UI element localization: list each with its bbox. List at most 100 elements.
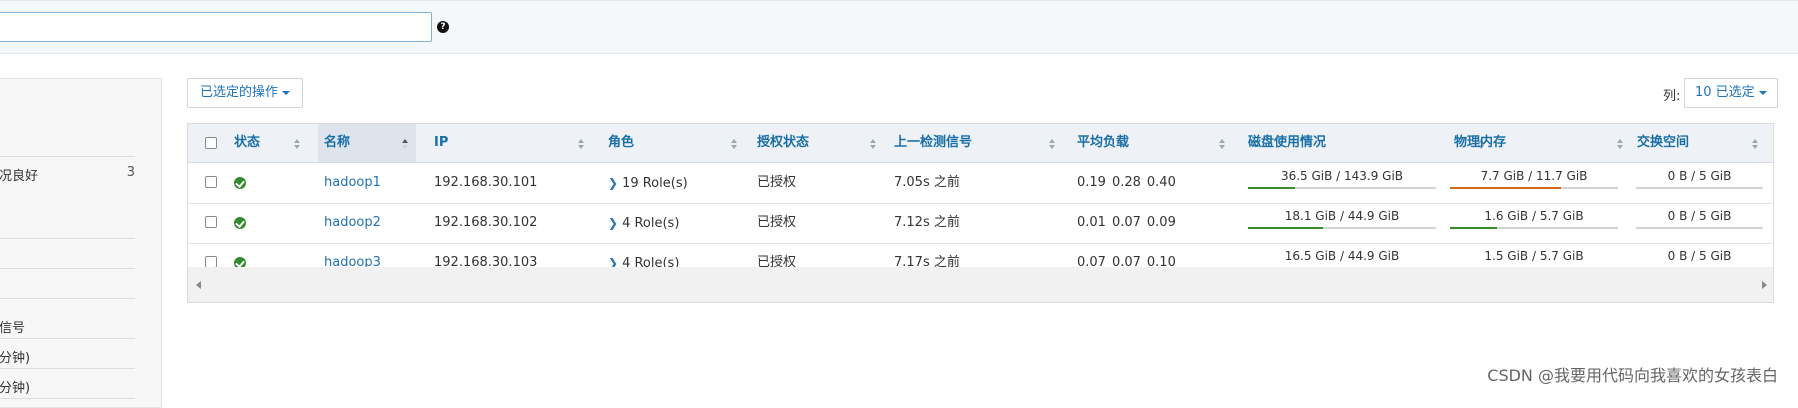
- memory-usage-bar: 1.6 GiB / 5.7 GiB: [1450, 203, 1618, 243]
- horizontal-scrollbar[interactable]: [188, 267, 1773, 302]
- filter-row[interactable]: [0, 269, 135, 299]
- scroll-right-icon[interactable]: [1762, 281, 1767, 289]
- col-status[interactable]: 状态: [228, 124, 308, 162]
- load-15: 0.40: [1146, 175, 1176, 190]
- host-roles-label: 4 Role(s): [622, 216, 680, 231]
- help-icon[interactable]: ?: [437, 21, 449, 33]
- sort-icon: [1049, 139, 1055, 149]
- load-1: 0.19: [1077, 175, 1106, 190]
- host-name-link[interactable]: hadoop1: [318, 163, 381, 203]
- col-load-label: 平均负载: [1077, 135, 1130, 150]
- caret-down-icon: [282, 90, 291, 95]
- columns-select-button[interactable]: 10 已选定: [1684, 78, 1778, 108]
- memory-usage-bar: 7.7 GiB / 11.7 GiB: [1450, 163, 1618, 203]
- bar-fill: [1248, 227, 1324, 229]
- sort-icon: [870, 139, 876, 149]
- filter-label: 分钟): [0, 351, 31, 366]
- memory-usage-text: 1.5 GiB / 5.7 GiB: [1484, 249, 1584, 263]
- host-roles[interactable]: ❯ 4 Role(s): [602, 203, 679, 243]
- selected-actions-button[interactable]: 已选定的操作: [187, 78, 304, 108]
- col-load[interactable]: 平均负载: [1071, 124, 1233, 162]
- swap-usage-text: 0 B / 5 GiB: [1667, 249, 1732, 263]
- row-checkbox[interactable]: [205, 176, 217, 188]
- filter-count: 3: [126, 165, 135, 180]
- col-memory[interactable]: 物理内存: [1448, 124, 1631, 162]
- host-roles[interactable]: ❯ 19 Role(s): [602, 163, 688, 203]
- bar-track: [1248, 187, 1436, 189]
- col-name-label: 名称: [324, 135, 351, 150]
- top-search-bar: ?: [0, 0, 1798, 54]
- search-input[interactable]: [0, 12, 432, 42]
- swap-usage-bar: 0 B / 5 GiB: [1636, 163, 1763, 203]
- table-header: 状态 名称 IP 角色 授权状态 上一检测信号 平均负载 磁盘使用情况 物理内存…: [188, 124, 1773, 163]
- row-checkbox[interactable]: [205, 216, 217, 228]
- sort-icon: [578, 139, 584, 149]
- col-auth[interactable]: 授权状态: [751, 124, 884, 162]
- bar-fill: [1248, 187, 1295, 189]
- col-swap[interactable]: 交换空间: [1631, 124, 1766, 162]
- bar-track: [1636, 187, 1763, 189]
- memory-usage-text: 1.6 GiB / 5.7 GiB: [1484, 209, 1584, 223]
- col-status-label: 状态: [234, 135, 261, 150]
- col-name[interactable]: 名称: [318, 124, 416, 162]
- disk-usage-bar: 36.5 GiB / 143.9 GiB: [1248, 163, 1436, 203]
- host-ip: 192.168.30.102: [434, 215, 538, 230]
- filter-panel: 况良好 3 信号 分钟) 分钟): [0, 78, 162, 408]
- col-auth-label: 授权状态: [757, 135, 810, 150]
- col-roles-label: 角色: [608, 135, 635, 150]
- host-roles-label: 19 Role(s): [622, 176, 688, 191]
- host-heartbeat: 7.05s 之前: [894, 175, 960, 190]
- selected-actions-label: 已选定的操作: [200, 85, 279, 100]
- filter-row[interactable]: 分钟): [0, 339, 135, 369]
- scroll-left-icon[interactable]: [196, 281, 201, 289]
- table-row[interactable]: hadoop2 192.168.30.102 ❯ 4 Role(s) 已授权 7.…: [188, 203, 1773, 244]
- host-load: 0.01 0.07 0.09: [1071, 203, 1182, 243]
- filter-label: 信号: [0, 321, 26, 336]
- filter-row[interactable]: 况良好 3: [0, 157, 135, 187]
- col-heartbeat[interactable]: 上一检测信号: [888, 124, 1063, 162]
- table-row[interactable]: hadoop1 192.168.30.101 ❯ 19 Role(s) 已授权 7…: [188, 163, 1773, 204]
- columns-label: 列:: [1663, 89, 1681, 104]
- bar-track: [1450, 187, 1618, 189]
- chevron-right-icon: ❯: [608, 216, 619, 230]
- filter-row[interactable]: [0, 209, 135, 239]
- filter-row[interactable]: 信号: [0, 309, 135, 339]
- host-load: 0.19 0.28 0.40: [1071, 163, 1182, 203]
- filter-label: 况良好: [0, 169, 39, 184]
- select-all-checkbox[interactable]: [205, 137, 217, 149]
- sort-icon: [1752, 139, 1758, 149]
- filter-row[interactable]: [0, 239, 135, 269]
- filter-label: 分钟): [0, 381, 31, 396]
- filter-row[interactable]: [0, 127, 135, 157]
- col-ip-label: IP: [434, 135, 449, 150]
- load-15: 0.09: [1146, 215, 1176, 230]
- col-roles[interactable]: 角色: [602, 124, 745, 162]
- col-ip[interactable]: IP: [428, 124, 592, 162]
- col-heartbeat-label: 上一检测信号: [894, 135, 973, 150]
- disk-usage-text: 36.5 GiB / 143.9 GiB: [1280, 169, 1404, 183]
- bar-track: [1248, 227, 1436, 229]
- load-1: 0.01: [1077, 215, 1106, 230]
- caret-down-icon: [1758, 90, 1767, 95]
- disk-usage-text: 18.1 GiB / 44.9 GiB: [1284, 209, 1400, 223]
- host-ip: 192.168.30.101: [434, 175, 538, 190]
- bar-track: [1450, 227, 1618, 229]
- col-memory-label: 物理内存: [1454, 135, 1507, 150]
- sort-icon: [731, 139, 737, 149]
- bar-fill: [1450, 187, 1561, 189]
- swap-usage-bar: 0 B / 5 GiB: [1636, 203, 1763, 243]
- swap-usage-text: 0 B / 5 GiB: [1667, 169, 1732, 183]
- sort-icon: [294, 139, 300, 149]
- sort-asc-icon: [402, 139, 408, 149]
- disk-usage-text: 16.5 GiB / 44.9 GiB: [1284, 249, 1400, 263]
- bar-track: [1636, 227, 1763, 229]
- memory-usage-text: 7.7 GiB / 11.7 GiB: [1480, 169, 1588, 183]
- good-health-icon: [234, 217, 246, 229]
- chevron-right-icon: ❯: [608, 176, 619, 190]
- sort-icon: [1219, 139, 1225, 149]
- hosts-table: 状态 名称 IP 角色 授权状态 上一检测信号 平均负载 磁盘使用情况 物理内存…: [187, 123, 1774, 303]
- filter-row[interactable]: 分钟): [0, 369, 135, 399]
- load-5: 0.07: [1111, 215, 1141, 230]
- bar-fill: [1450, 227, 1498, 229]
- host-name-link[interactable]: hadoop2: [318, 203, 381, 243]
